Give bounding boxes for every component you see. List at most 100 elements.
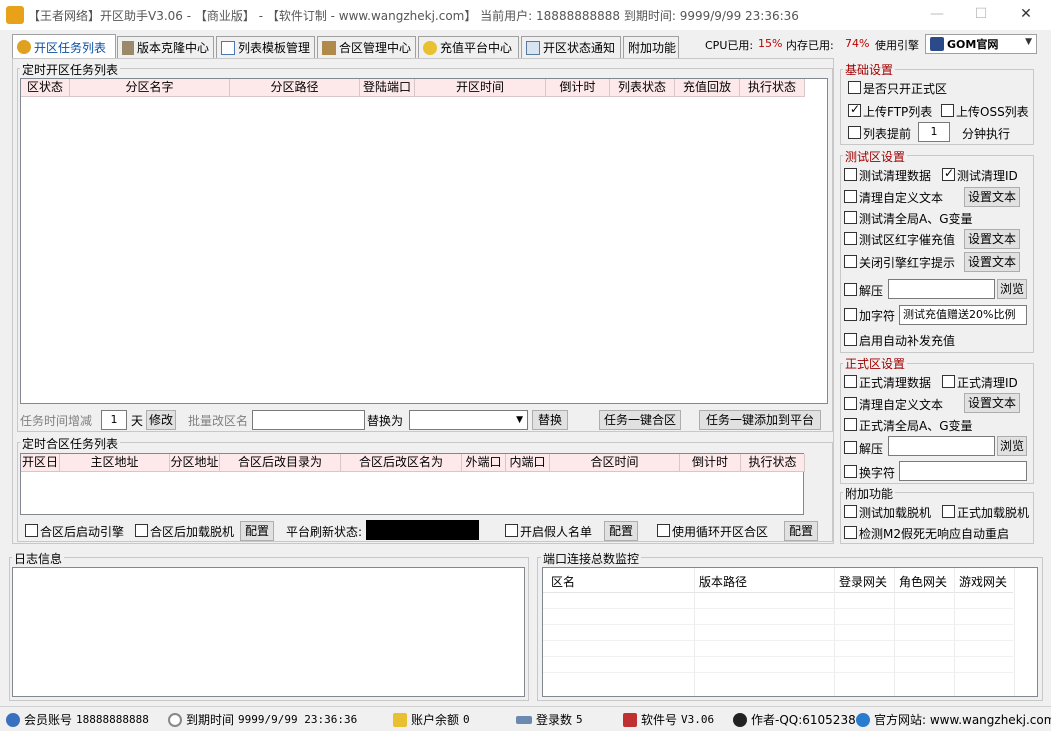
tab-status-notify[interactable]: 开区状态通知 (521, 36, 621, 58)
auto-recharge-checkbox[interactable] (844, 333, 857, 346)
upload-ftp-checkbox[interactable] (848, 102, 861, 117)
tab-version-clone[interactable]: 版本克隆中心 (117, 36, 214, 58)
upload-oss-checkbox[interactable] (941, 104, 954, 117)
notify-icon (526, 40, 540, 55)
col-merge-exec-status[interactable]: 执行状态 (741, 454, 805, 472)
column-divider (694, 568, 695, 696)
user-icon (6, 712, 20, 727)
merge-tasks-list[interactable]: 开区日 主区地址 分区地址 合区后改目录为 合区后改区名为 外端口 内端口 合区… (20, 453, 805, 515)
fake-list-checkbox[interactable] (505, 524, 518, 537)
load-offline-after-merge-checkbox[interactable] (135, 524, 148, 537)
replace-char-checkbox[interactable] (844, 465, 857, 478)
official-browse-button[interactable]: 浏览 (997, 436, 1027, 456)
col-inner-port[interactable]: 内端口 (506, 454, 550, 472)
test-load-offline-checkbox[interactable] (844, 505, 857, 518)
tab-list-template[interactable]: 列表模板管理 (216, 36, 315, 58)
window-title: 【王者网络】开区助手V3.06 - 【商业版】 - 【软件订制 - www.wa… (28, 9, 799, 23)
modify-button[interactable]: 修改 (146, 410, 176, 430)
col-open-time[interactable]: 开区时间 (415, 79, 546, 97)
test-clean-data-checkbox[interactable] (844, 168, 857, 181)
col-open-day[interactable]: 开区日 (21, 454, 60, 472)
time-adjust-label: 任务时间增减 (20, 414, 93, 428)
loop-config-button[interactable]: 配置 (784, 521, 818, 541)
col-zone-name[interactable]: 区名 (551, 573, 575, 590)
official-clean-id-checkbox[interactable] (942, 375, 955, 388)
replace-button[interactable]: 替换 (532, 410, 568, 430)
col-merge-countdown[interactable]: 倒计时 (680, 454, 741, 472)
col-login-port[interactable]: 登陆端口 (360, 79, 415, 97)
test-red-text-recharge-checkbox[interactable] (844, 232, 857, 245)
row-divider (543, 640, 1013, 641)
tab-merge-center[interactable]: 合区管理中心 (317, 36, 416, 58)
one-click-merge-button[interactable]: 任务一键合区 (599, 410, 681, 430)
port-monitor-list[interactable]: 区名 版本路径 登录网关 角色网关 游戏网关 (542, 567, 1038, 697)
add-char-checkbox[interactable] (844, 308, 857, 321)
close-button[interactable]: ✕ (1003, 0, 1049, 30)
close-engine-set-button[interactable]: 设置文本 (964, 252, 1020, 272)
list-advance-checkbox[interactable] (848, 126, 861, 139)
column-divider (954, 568, 955, 696)
col-game-gateway[interactable]: 游戏网关 (959, 573, 1007, 590)
col-countdown[interactable]: 倒计时 (546, 79, 610, 97)
col-version-path[interactable]: 版本路径 (699, 573, 747, 590)
test-clean-id-checkbox[interactable] (942, 166, 955, 181)
col-login-gateway[interactable]: 登录网关 (839, 573, 887, 590)
test-clean-global-vars-checkbox[interactable] (844, 211, 857, 224)
fake-config-button[interactable]: 配置 (604, 521, 638, 541)
col-zone-path[interactable]: 分区路径 (230, 79, 360, 97)
col-merge-name[interactable]: 合区后改区名为 (341, 454, 462, 472)
minimize-button[interactable]: — (914, 0, 960, 30)
official-clean-global-vars-checkbox[interactable] (844, 418, 857, 431)
tab-recharge-platform[interactable]: 充值平台中心 (418, 36, 519, 58)
test-clean-id-label: 测试清理ID (957, 169, 1018, 183)
col-merge-dir[interactable]: 合区后改目录为 (220, 454, 341, 472)
col-sub-zone-addr[interactable]: 分区地址 (170, 454, 220, 472)
col-main-zone-addr[interactable]: 主区地址 (60, 454, 170, 472)
col-exec-status[interactable]: 执行状态 (740, 79, 805, 97)
col-recharge-replay[interactable]: 充值回放 (675, 79, 740, 97)
batch-rename-input[interactable] (252, 410, 365, 430)
col-zone-status[interactable]: 区状态 (21, 79, 70, 97)
test-browse-button[interactable]: 浏览 (997, 279, 1027, 299)
status-author[interactable]: 作者-QQ:6105238 (733, 711, 856, 728)
col-list-status[interactable]: 列表状态 (610, 79, 675, 97)
col-zone-name[interactable]: 分区名字 (70, 79, 230, 97)
official-unzip-path-input[interactable] (888, 436, 995, 456)
test-unzip-checkbox[interactable] (844, 283, 857, 296)
open-tasks-list[interactable]: 区状态 分区名字 分区路径 登陆端口 开区时间 倒计时 列表状态 充值回放 执行… (20, 78, 828, 404)
close-engine-red-text-checkbox[interactable] (844, 255, 857, 268)
time-adjust-input[interactable]: 1 (101, 410, 127, 430)
col-outer-port[interactable]: 外端口 (462, 454, 506, 472)
test-set-text-button[interactable]: 设置文本 (964, 187, 1020, 207)
official-clean-global-vars-label: 正式清全局A、G变量 (859, 419, 973, 433)
header-divider (543, 592, 1013, 593)
log-textarea[interactable] (12, 567, 525, 697)
add-to-platform-button[interactable]: 任务一键添加到平台 (699, 410, 821, 430)
start-engine-after-merge-checkbox[interactable] (25, 524, 38, 537)
official-load-offline-checkbox[interactable] (942, 505, 955, 518)
col-role-gateway[interactable]: 角色网关 (899, 573, 947, 590)
replace-select[interactable]: ▼ (409, 410, 528, 430)
maximize-button[interactable]: ☐ (958, 0, 1004, 30)
official-clean-data-checkbox[interactable] (844, 375, 857, 388)
add-char-input[interactable]: 测试充值赠送20%比例 (899, 305, 1027, 325)
detect-m2-restart-checkbox[interactable] (844, 526, 857, 539)
replace-char-input[interactable] (899, 461, 1027, 481)
official-set-text-button[interactable]: 设置文本 (964, 393, 1020, 413)
port-monitor-title: 端口连接总数监控 (541, 550, 642, 567)
official-clean-custom-text-checkbox[interactable] (844, 397, 857, 410)
tab-addons[interactable]: 附加功能 (623, 36, 679, 58)
advance-minutes-input[interactable]: 1 (918, 122, 950, 142)
merge-config-button[interactable]: 配置 (240, 521, 274, 541)
loop-merge-checkbox[interactable] (657, 524, 670, 537)
status-website[interactable]: 官方网站: www.wangzhekj.com (856, 711, 1051, 728)
col-merge-time[interactable]: 合区时间 (550, 454, 680, 472)
start-engine-after-merge-label: 合区后启动引擎 (40, 525, 125, 539)
engine-select[interactable]: GOM官网 ▼ (925, 34, 1037, 54)
tab-open-tasks[interactable]: 开区任务列表 (12, 34, 116, 59)
test-unzip-path-input[interactable] (888, 279, 995, 299)
test-red-text-set-button[interactable]: 设置文本 (964, 229, 1020, 249)
only-official-checkbox[interactable] (848, 81, 861, 94)
official-unzip-checkbox[interactable] (844, 441, 857, 454)
test-clean-custom-text-checkbox[interactable] (844, 190, 857, 203)
